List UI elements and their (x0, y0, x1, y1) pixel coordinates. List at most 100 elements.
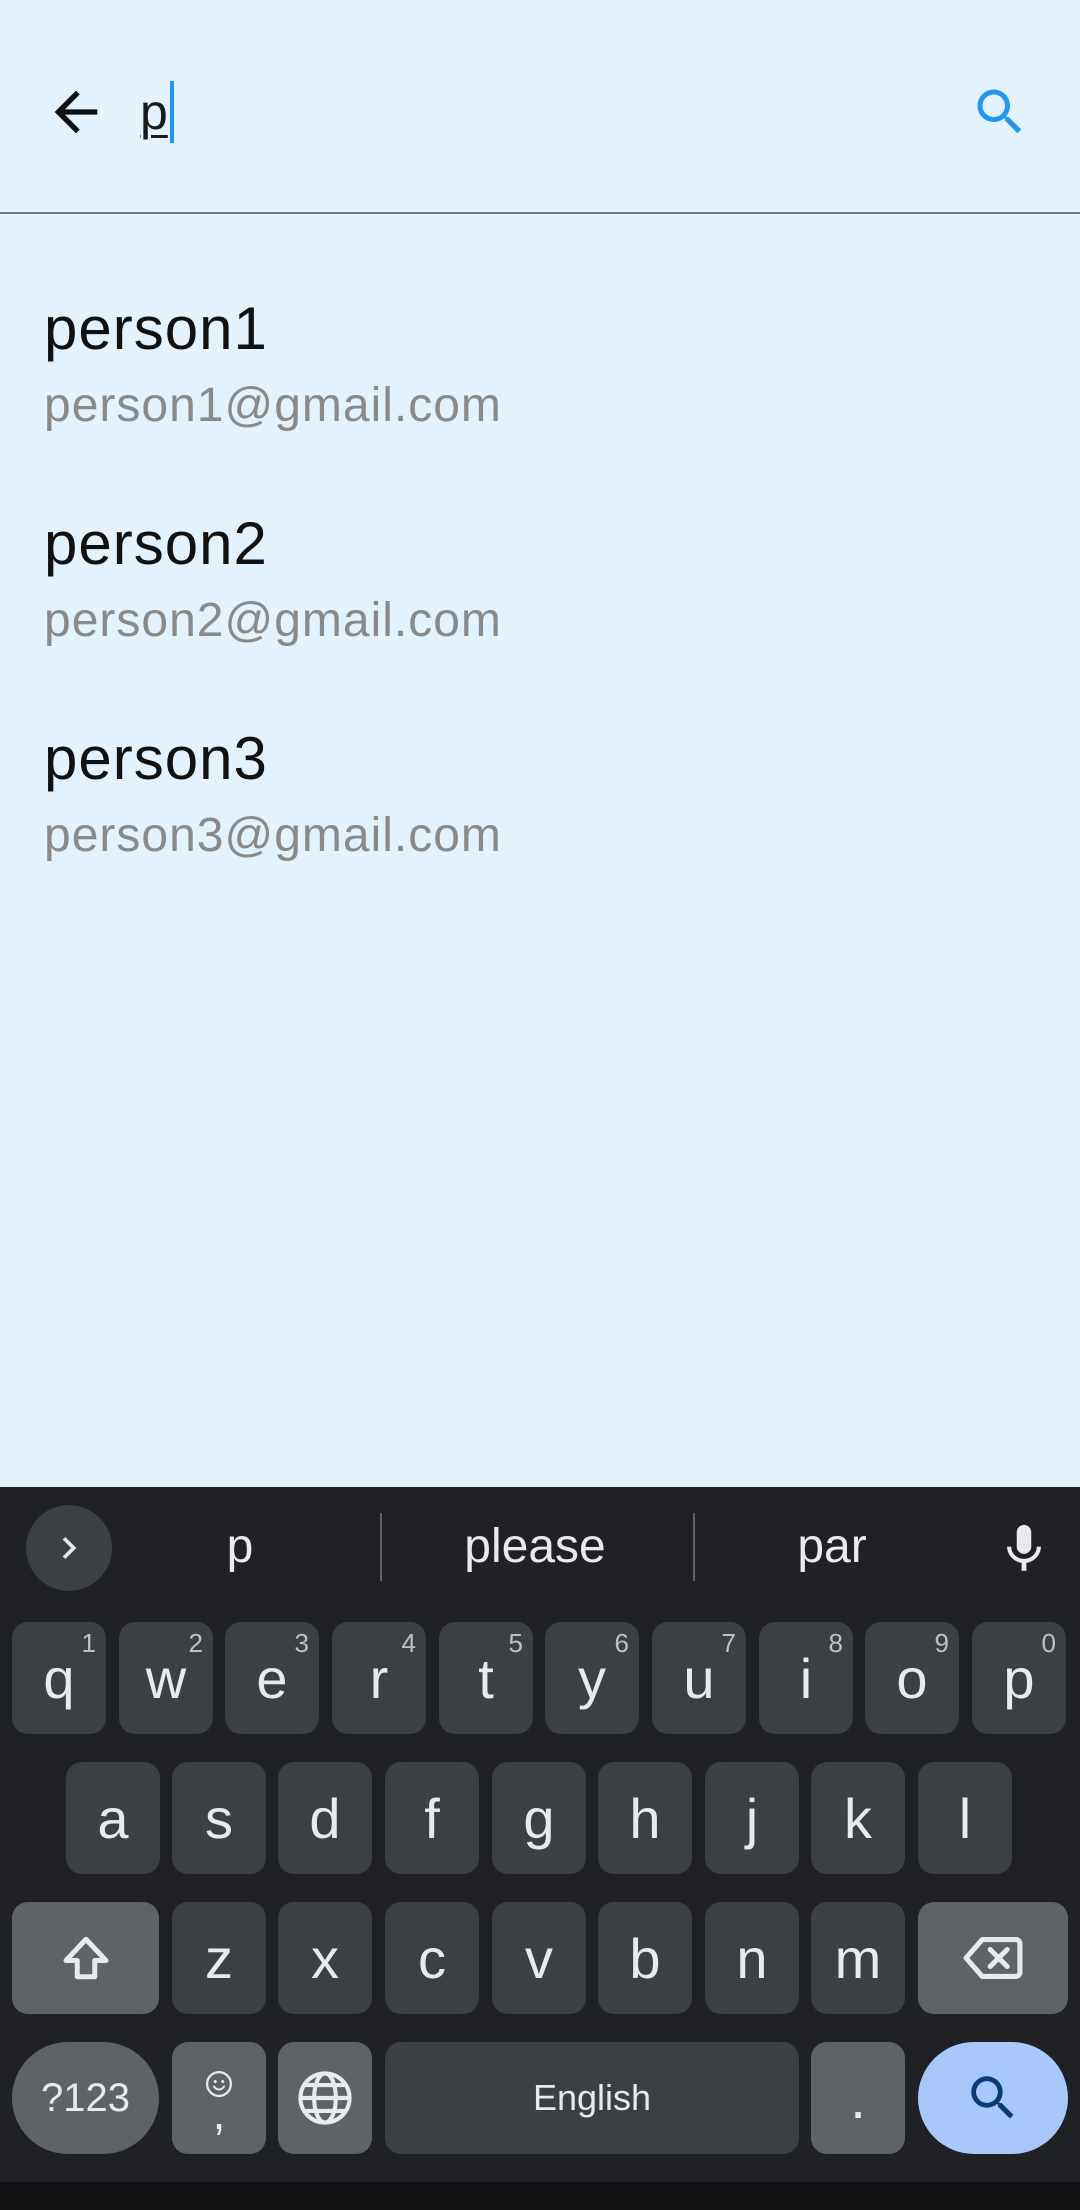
contact-name: person3 (44, 725, 268, 792)
globe-icon (298, 2071, 352, 2125)
key-label: q (43, 1646, 75, 1710)
key-s[interactable]: s (172, 1762, 266, 1874)
key-hint: 1 (81, 1628, 96, 1658)
key-l[interactable]: l (918, 1762, 1012, 1874)
suggestion-divider (380, 1513, 382, 1581)
key-label: j (745, 1786, 759, 1850)
suggestion-strip: p please par (0, 1487, 1080, 1607)
key-a[interactable]: a (66, 1762, 160, 1874)
key-label: y (578, 1646, 606, 1710)
key-x[interactable]: x (278, 1902, 372, 2014)
key-label: f (424, 1786, 440, 1850)
key-label: s (205, 1786, 233, 1850)
key-q[interactable]: q1 (12, 1622, 106, 1734)
suggestion-1[interactable]: p (140, 1517, 340, 1577)
key-hint: 0 (1041, 1628, 1056, 1658)
key-o[interactable]: o9 (865, 1622, 959, 1734)
key-label: d (309, 1786, 341, 1850)
search-results-list: person1 person1@gmail.com person2 person… (0, 214, 1080, 862)
key-label: h (629, 1786, 661, 1850)
shift-icon (63, 1936, 108, 1980)
suggestion-2[interactable]: please (400, 1517, 670, 1577)
key-i[interactable]: i8 (759, 1622, 853, 1734)
key-hint: 9 (934, 1628, 949, 1658)
key-g[interactable]: g (492, 1762, 586, 1874)
search-query-text: p (140, 84, 168, 140)
shift-key[interactable] (12, 1902, 159, 2014)
soft-keyboard: p please par q1 w2 e3 r4 t5 y6 u7 i8 o9 … (0, 1487, 1080, 2182)
key-u[interactable]: u7 (652, 1622, 746, 1734)
key-label: n (736, 1926, 768, 1990)
search-button[interactable] (960, 72, 1040, 152)
search-bar: p (0, 0, 1080, 214)
key-p[interactable]: p0 (972, 1622, 1066, 1734)
voice-input-button[interactable] (984, 1509, 1064, 1589)
key-label: p (1003, 1646, 1035, 1710)
key-d[interactable]: d (278, 1762, 372, 1874)
key-hint: 8 (828, 1628, 843, 1658)
key-r[interactable]: r4 (332, 1622, 426, 1734)
contact-name: person2 (44, 510, 268, 577)
key-k[interactable]: k (811, 1762, 905, 1874)
expand-toolbar-button[interactable] (26, 1505, 112, 1591)
list-item[interactable]: person3 person3@gmail.com (0, 644, 1080, 862)
key-label: , (212, 2087, 226, 2139)
key-hint: 4 (401, 1628, 416, 1658)
key-hint: 3 (294, 1628, 309, 1658)
key-label: l (958, 1786, 972, 1850)
search-input[interactable]: p (140, 72, 174, 152)
key-label: i (799, 1646, 813, 1710)
contact-email: person1@gmail.com (44, 379, 502, 432)
key-m[interactable]: m (811, 1902, 905, 2014)
key-z[interactable]: z (172, 1902, 266, 2014)
symbols-key[interactable]: ?123 (12, 2042, 159, 2154)
key-label: w (145, 1646, 187, 1710)
key-b[interactable]: b (598, 1902, 692, 2014)
contact-email: person2@gmail.com (44, 594, 502, 647)
key-label: English (532, 2077, 652, 2118)
emoji-comma-key[interactable]: , (172, 2042, 266, 2154)
key-h[interactable]: h (598, 1762, 692, 1874)
key-c[interactable]: c (385, 1902, 479, 2014)
key-label: a (97, 1786, 129, 1850)
key-label: o (896, 1646, 928, 1710)
period-key[interactable]: . (811, 2042, 905, 2154)
key-hint: 5 (508, 1628, 523, 1658)
search-icon (971, 2076, 1014, 2119)
system-navigation-bar (0, 2182, 1080, 2210)
key-label: t (478, 1646, 494, 1710)
key-label: z (205, 1926, 233, 1990)
list-item[interactable]: person2 person2@gmail.com (0, 429, 1080, 647)
key-e[interactable]: e3 (225, 1622, 319, 1734)
backspace-key[interactable] (918, 1902, 1068, 2014)
key-n[interactable]: n (705, 1902, 799, 2014)
key-label: c (418, 1926, 446, 1990)
key-label: v (525, 1926, 553, 1990)
key-w[interactable]: w2 (119, 1622, 213, 1734)
suggestion-divider (693, 1513, 695, 1581)
key-hint: 2 (188, 1628, 203, 1658)
list-item[interactable]: person1 person1@gmail.com (0, 214, 1080, 432)
contact-name: person1 (44, 295, 268, 362)
spacebar-key[interactable]: English (385, 2042, 799, 2154)
key-label: m (834, 1926, 882, 1990)
chevron-right-icon (62, 1537, 77, 1559)
key-v[interactable]: v (492, 1902, 586, 2014)
language-key[interactable] (278, 2042, 372, 2154)
key-label: x (311, 1926, 339, 1990)
key-j[interactable]: j (705, 1762, 799, 1874)
arrow-back-icon (54, 90, 98, 134)
search-action-key[interactable] (918, 2042, 1068, 2154)
app-screen: p person1 person1@gmail.com person2 pers… (0, 0, 1080, 1487)
key-t[interactable]: t5 (439, 1622, 533, 1734)
back-button[interactable] (36, 72, 116, 152)
key-f[interactable]: f (385, 1762, 479, 1874)
key-label: u (683, 1646, 715, 1710)
key-label: k (844, 1786, 872, 1850)
key-label: r (369, 1646, 389, 1710)
key-hint: 6 (614, 1628, 629, 1658)
key-y[interactable]: y6 (545, 1622, 639, 1734)
key-hint: 7 (721, 1628, 736, 1658)
key-label: b (629, 1926, 661, 1990)
suggestion-3[interactable]: par (720, 1517, 944, 1577)
